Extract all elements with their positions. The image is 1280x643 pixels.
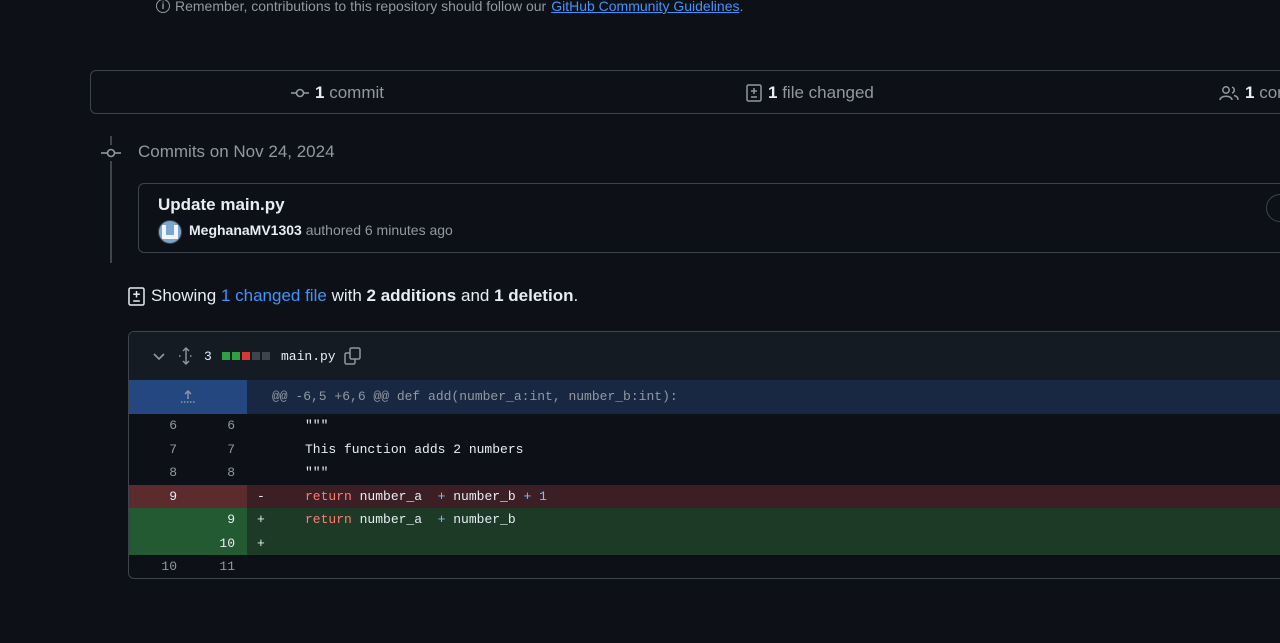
new-line-number[interactable]: 8 xyxy=(189,461,235,485)
git-commit-icon xyxy=(291,88,309,98)
tab-contributors[interactable]: 1 con xyxy=(1219,71,1280,115)
old-line-number[interactable]: 6 xyxy=(129,414,177,438)
commits-label: commit xyxy=(329,83,384,102)
tab-files-changed[interactable]: 1 file changed xyxy=(746,71,874,115)
commit-author-link[interactable]: MeghanaMV1303 xyxy=(189,222,302,238)
added-line: 10 + xyxy=(129,531,1280,556)
line-code: This function adds 2 numbers xyxy=(305,441,524,457)
summary-with: with xyxy=(331,286,362,305)
hunk-header-text: @@ -6,5 +6,6 @@ def add(number_a:int, nu… xyxy=(272,389,678,404)
added-line: 9 + return number_a + number_b xyxy=(129,508,1280,532)
people-icon xyxy=(1219,86,1239,101)
old-line-number[interactable]: 8 xyxy=(129,461,177,485)
diff-line: 10 11 xyxy=(129,555,1280,578)
old-line-number[interactable]: 9 xyxy=(129,485,177,509)
expand-all-icon[interactable] xyxy=(178,332,194,380)
expand-up-icon xyxy=(181,390,195,403)
summary-and: and xyxy=(461,286,490,305)
pull-request-tabs: 1 commit 1 file changed 1 con xyxy=(90,70,1280,114)
diff-summary: Showing 1 changed file with 2 additions … xyxy=(128,286,578,306)
hunk-header-row: @@ -6,5 +6,6 @@ def add(number_a:int, nu… xyxy=(129,380,1280,414)
avatar[interactable] xyxy=(158,220,182,244)
file-name-link[interactable]: main.py xyxy=(281,332,336,380)
copy-icon[interactable] xyxy=(344,332,362,380)
new-line-number[interactable]: 11 xyxy=(189,555,235,578)
new-line-number[interactable]: 9 xyxy=(189,508,235,532)
files-count: 1 xyxy=(768,83,778,102)
diff-line: 8 8 """ xyxy=(129,461,1280,485)
notice-suffix: . xyxy=(739,0,744,14)
file-diff: 3 main.py @@ -6,5 +6,6 @@ def add(number… xyxy=(128,331,1280,579)
addition-marker: + xyxy=(257,535,265,551)
diff-line: 7 7 This function adds 2 numbers xyxy=(129,438,1280,462)
line-code: """ xyxy=(305,418,329,433)
expand-up-button[interactable] xyxy=(129,380,247,414)
change-count: 3 xyxy=(204,348,212,364)
contributors-label: con xyxy=(1259,83,1280,102)
additions-count: 2 additions xyxy=(366,286,457,305)
file-header: 3 main.py xyxy=(129,332,1280,381)
summary-showing: Showing xyxy=(151,286,217,305)
new-line-number[interactable] xyxy=(189,485,235,509)
line-code: return number_a + number_b + 1 xyxy=(305,488,547,504)
commit-title-link[interactable]: Update main.py xyxy=(158,195,285,215)
collapse-chevron-icon[interactable] xyxy=(151,332,167,380)
addition-marker: + xyxy=(257,512,265,527)
old-line-number[interactable] xyxy=(129,508,177,532)
files-label: file changed xyxy=(782,83,874,102)
line-code: """ xyxy=(305,465,329,480)
commit-meta: authored 6 minutes ago xyxy=(305,222,453,238)
old-line-number[interactable] xyxy=(129,532,177,556)
deletions-count: 1 deletion xyxy=(494,286,574,305)
summary-end: . xyxy=(573,286,579,305)
new-line-number[interactable]: 7 xyxy=(189,438,235,462)
info-icon: i xyxy=(156,0,170,13)
git-commit-node-icon xyxy=(101,145,121,161)
commits-date-heading: Commits on Nov 24, 2024 xyxy=(138,142,335,161)
commits-count: 1 xyxy=(315,83,325,102)
file-diff-icon xyxy=(128,286,145,306)
diff-line: 6 6 """ xyxy=(129,414,1280,438)
contributors-count: 1 xyxy=(1245,83,1255,102)
file-diff-icon xyxy=(746,84,762,102)
changed-files-link[interactable]: 1 changed file xyxy=(221,286,327,305)
commit-author-line: MeghanaMV1303 authored 6 minutes ago xyxy=(189,222,453,238)
commit-card xyxy=(138,183,1280,253)
community-guidelines-link[interactable]: GitHub Community Guidelines xyxy=(551,0,739,14)
tab-commits[interactable]: 1 commit xyxy=(291,71,384,115)
new-line-number[interactable]: 10 xyxy=(189,532,235,556)
old-line-number[interactable]: 7 xyxy=(129,438,177,462)
deleted-line: 9 - return number_a + number_b + 1 xyxy=(129,484,1280,509)
old-line-number[interactable]: 10 xyxy=(129,555,177,578)
notice-text: Remember, contributions to this reposito… xyxy=(175,0,547,14)
diffstat xyxy=(222,332,270,380)
new-line-number[interactable]: 6 xyxy=(189,414,235,438)
line-code: return number_a + number_b xyxy=(305,512,516,527)
deletion-marker: - xyxy=(257,488,265,504)
community-guidelines-notice: i Remember, contributions to this reposi… xyxy=(156,0,743,14)
